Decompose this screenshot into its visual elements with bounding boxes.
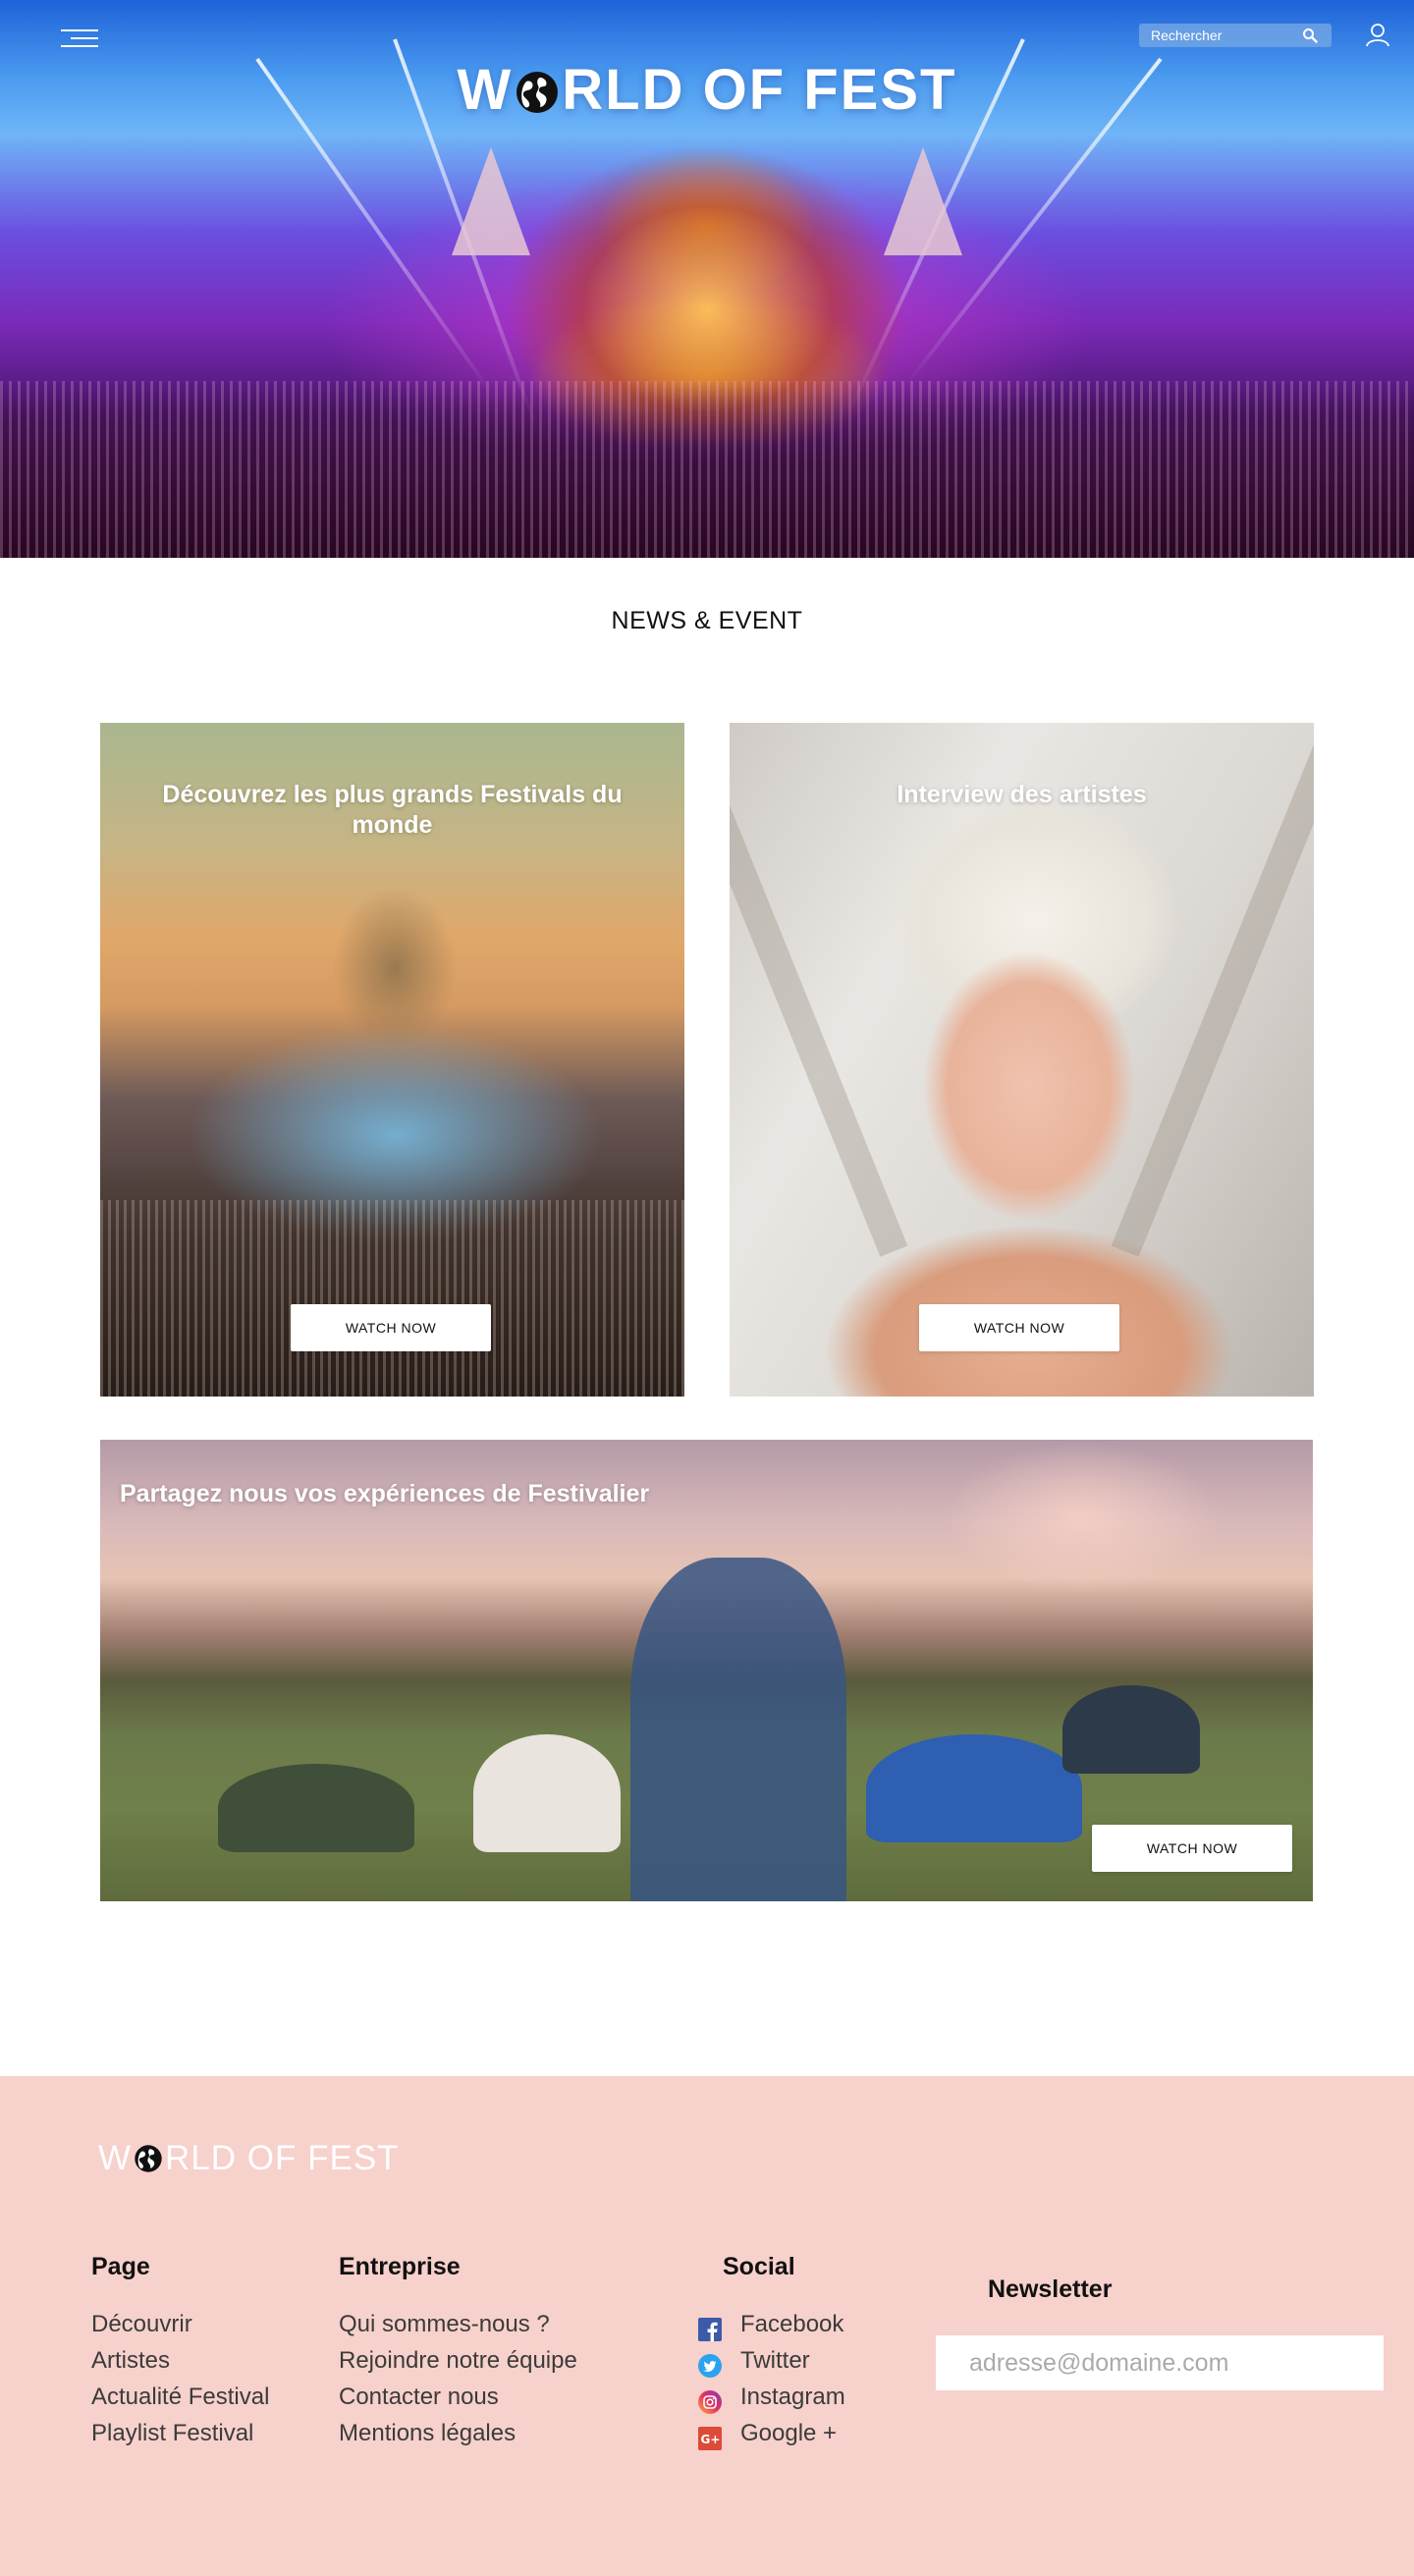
logo-text-start: W — [457, 58, 514, 122]
footer-col-title-social: Social — [723, 2253, 795, 2280]
footer-link-rejoindre[interactable]: Rejoindre notre équipe — [339, 2347, 577, 2375]
card-image-crowd — [100, 1200, 684, 1397]
crowd — [0, 381, 1414, 558]
news-card-interviews[interactable]: Interview des artistes WATCH NOW — [730, 723, 1314, 1397]
logo-text-start: W — [98, 2139, 133, 2177]
search-icon[interactable] — [1302, 27, 1318, 43]
tent — [866, 1734, 1082, 1842]
news-card-festivals[interactable]: Découvrez les plus grands Festivals du m… — [100, 723, 684, 1397]
svg-text:G+: G+ — [701, 2433, 721, 2446]
site-logo[interactable]: W RLD OF FEST — [0, 57, 1414, 123]
footer-link-mentions[interactable]: Mentions légales — [339, 2420, 516, 2447]
tent — [473, 1734, 621, 1852]
instagram-icon[interactable] — [698, 2390, 722, 2414]
footer-link-twitter[interactable]: Twitter — [740, 2347, 810, 2375]
logo-text-end: RLD OF FEST — [562, 58, 957, 122]
card-title: Partagez nous vos expériences de Festiva… — [120, 1480, 650, 1507]
news-card-experiences[interactable]: Partagez nous vos expériences de Festiva… — [100, 1440, 1313, 1901]
footer-link-qui-sommes-nous[interactable]: Qui sommes-nous ? — [339, 2311, 550, 2338]
footer-link-artistes[interactable]: Artistes — [91, 2347, 170, 2375]
footer-link-google-plus[interactable]: Google + — [740, 2420, 837, 2447]
search-input[interactable] — [1149, 27, 1310, 44]
newsletter-email-field[interactable] — [936, 2335, 1384, 2390]
facebook-icon[interactable] — [698, 2318, 722, 2341]
card-title: Interview des artistes — [897, 781, 1147, 808]
logo-text-end: RLD OF FEST — [165, 2139, 400, 2177]
menu-icon[interactable] — [61, 29, 98, 53]
watch-now-button[interactable]: WATCH NOW — [291, 1304, 491, 1351]
search-bar[interactable] — [1139, 24, 1332, 47]
footer-col-title-newsletter: Newsletter — [988, 2275, 1113, 2303]
footer-col-title-page: Page — [91, 2253, 150, 2280]
twitter-icon[interactable] — [698, 2354, 722, 2378]
hero-banner: W RLD OF FEST — [0, 0, 1414, 558]
section-title: NEWS & EVENT — [611, 607, 803, 634]
footer-link-instagram[interactable]: Instagram — [740, 2384, 845, 2411]
footer-link-playlist[interactable]: Playlist Festival — [91, 2420, 253, 2447]
footer-link-decouvrir[interactable]: Découvrir — [91, 2311, 192, 2338]
watch-now-button[interactable]: WATCH NOW — [1092, 1825, 1292, 1872]
footer-link-actualite[interactable]: Actualité Festival — [91, 2384, 269, 2411]
globe-icon — [135, 2145, 162, 2172]
tent — [1062, 1685, 1200, 1774]
user-icon[interactable] — [1365, 22, 1390, 47]
festival-goer — [630, 1558, 846, 1901]
google-plus-icon[interactable]: G+ — [698, 2427, 722, 2450]
footer-col-title-entreprise: Entreprise — [339, 2253, 461, 2280]
watch-now-button[interactable]: WATCH NOW — [919, 1304, 1119, 1351]
footer-link-facebook[interactable]: Facebook — [740, 2311, 843, 2338]
globe-icon — [517, 72, 559, 113]
stage-tent — [452, 147, 530, 255]
footer-link-contacter[interactable]: Contacter nous — [339, 2384, 499, 2411]
tent — [218, 1764, 414, 1852]
card-title: Découvrez les plus grands Festivals du m… — [162, 781, 623, 839]
stage-tent — [884, 147, 962, 255]
footer-logo[interactable]: W RLD OF FEST — [98, 2139, 400, 2178]
